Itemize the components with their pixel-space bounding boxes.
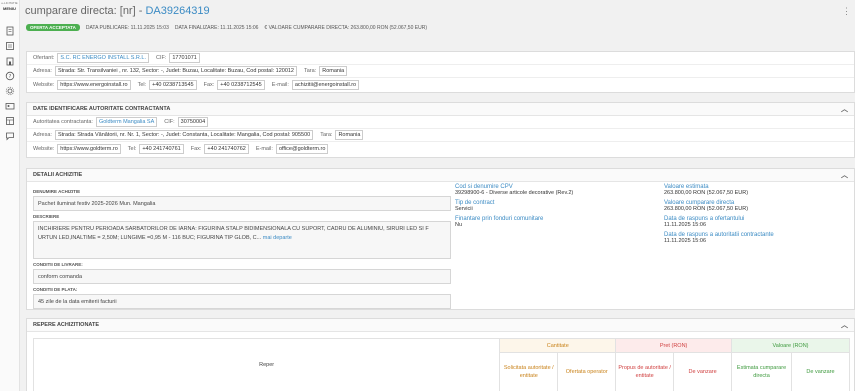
autoritate-website[interactable]: https://www.goldterm.ro [57, 143, 121, 154]
page-header: cumparare directa: [nr] - DA39264319 ⋮ [20, 0, 855, 22]
raspuns-autoritate-value: 11.11.2025 15:06 [664, 238, 707, 244]
valoare-cumparare-value: 263.800,00 RON (52.067,50 EUR) [664, 206, 749, 212]
email-label: E-mail: [255, 145, 273, 152]
repere-table: Reper Cantitate Pret (RON) Valoare (RON)… [32, 338, 850, 391]
autoritate-email[interactable]: office@goldterm.ro [275, 143, 329, 154]
status-badge: OFERTA ACCEPTATA [26, 24, 80, 31]
page-title: cumparare directa: [nr] - DA39264319 [25, 5, 210, 17]
detalii-panel-header[interactable]: DETALII ACHIZITIE ︿ [27, 169, 854, 182]
main-content: cumparare directa: [nr] - DA39264319 ⋮ O… [20, 0, 855, 391]
sidebar: e-LICITATIE MENIU ? [0, 0, 20, 391]
ofertant-tel: +40 0238713545 [149, 79, 197, 90]
ofertant-panel: Ofertant: S.C. RC ENERGO INSTALL S.R.L. … [26, 51, 855, 93]
more-options-icon[interactable]: ⋮ [842, 6, 851, 17]
purchase-value: € VALOARE CUMPARARE DIRECTA: 263.800,00 … [264, 24, 427, 31]
settings-icon[interactable] [5, 86, 15, 96]
descriere-field: INCHIRIERE PENTRU PERIOADA SARBATORILOR … [33, 221, 451, 259]
autoritate-address: Strada: Strada Vânătorii, nr. Nr. 1, Sec… [54, 130, 314, 140]
title-prefix: cumparare directa: [nr] - [25, 5, 143, 17]
livrare-field: conform comanda [33, 269, 451, 284]
detalii-panel: DETALII ACHIZITIE ︿ DENUMIRE ACHIZITIE P… [26, 168, 855, 310]
fonduri-value: Nu [455, 222, 463, 228]
app-logo-text: e-LICITATIE [1, 1, 18, 5]
autoritate-tel: +40 241740761 [139, 143, 184, 154]
col-propus: Propus de autoritate / entitate [615, 352, 675, 391]
group-valoare: Valoare (RON) [731, 338, 850, 353]
ofertant-address: Strada: Str. Transilvaniei , nr. 132, Se… [54, 66, 297, 76]
country-label: Tara: [320, 132, 333, 138]
ofertant-website[interactable]: https://www.energoinstall.ro [57, 79, 131, 90]
col-solicitata: Solicitata autoritate / entitate [499, 352, 559, 391]
country-label: Tara: [304, 68, 317, 74]
col-vanzare-pret: De vanzare [673, 352, 733, 391]
email-label: E-mail: [271, 81, 289, 88]
chevron-up-icon[interactable]: ︿ [841, 104, 848, 114]
col-ofertata: Ofertata operator [557, 352, 617, 391]
help-icon[interactable]: ? [5, 71, 15, 81]
detalii-middle-column: Cod si denumire CPV 39298900-6 - Diverse … [455, 184, 655, 232]
meta-bar: OFERTA ACCEPTATA DATA PUBLICARE: 11.11.2… [20, 22, 855, 33]
cpv-value: 39298900-6 - Diverse articole decorative… [455, 190, 574, 196]
livrare-label: CONDITII DE LIVRARE: [33, 262, 83, 267]
id-card-icon[interactable] [5, 101, 15, 111]
website-label: Website: [33, 81, 55, 88]
autoritate-cif: 30750004 [177, 117, 209, 127]
chevron-up-icon[interactable]: ︿ [841, 170, 848, 180]
autoritate-fax: +40 241740762 [204, 143, 249, 154]
ofertant-cif: 17701071 [169, 53, 200, 63]
read-more-link[interactable]: mai departe [263, 235, 292, 241]
end-date: DATA FINALIZARE: 11.11.2025 15:06 [174, 24, 259, 31]
group-pret: Pret (RON) [615, 338, 733, 353]
repere-panel: REPERE ACHIZITIONATE ︿ Reper Cantitate P… [26, 318, 855, 391]
plata-label: CONDITII DE PLATA: [33, 287, 78, 292]
repere-panel-header[interactable]: REPERE ACHIZITIONATE ︿ [27, 319, 854, 332]
ofertant-country: Romania [319, 66, 348, 76]
raspuns-ofertant-value: 11.11.2025 15:06 [664, 222, 707, 228]
denumire-field: Pachet iluminat festiv 2025-2026 Mun. Ma… [33, 196, 451, 211]
autoritate-label: Autoritatea contractanta: [33, 119, 93, 125]
fax-label: Fax: [203, 81, 215, 88]
ofertant-fax: +40 0238712545 [217, 79, 265, 90]
group-cantitate: Cantitate [499, 338, 617, 353]
valoare-estimata-value: 263.800,00 RON (52.067,50 EUR) [664, 190, 749, 196]
address-label: Adresa: [33, 68, 52, 74]
descriere-label: DESCRIERE [33, 214, 60, 219]
layout-icon[interactable] [5, 116, 15, 126]
autoritate-country: Romania [335, 130, 364, 140]
publish-date: DATA PUBLICARE: 11.11.2025 15:03 [85, 24, 169, 31]
tel-label: Tel: [137, 81, 147, 88]
detalii-right-column: Valoare estimata 263.800,00 RON (52.067,5… [664, 184, 854, 248]
ofertant-name-link[interactable]: S.C. RC ENERGO INSTALL S.R.L. [57, 53, 149, 63]
plata-field: 45 zile de la data emiterii facturii [33, 294, 451, 309]
chat-icon[interactable] [5, 131, 15, 141]
building-icon[interactable] [5, 56, 15, 66]
list-icon[interactable] [5, 41, 15, 51]
col-estimata: Estimata cumparare directa [731, 352, 792, 391]
chevron-up-icon[interactable]: ︿ [841, 320, 848, 330]
title-number: DA39264319 [145, 5, 210, 17]
cif-label: CIF: [164, 119, 175, 125]
tip-contract-value: Servicii [455, 206, 473, 212]
menu-button[interactable]: MENIU [0, 6, 19, 11]
autoritate-panel-header[interactable]: DATE IDENTIFICARE AUTORITATE CONTRACTANT… [27, 103, 854, 116]
tel-label: Tel: [127, 145, 137, 152]
address-label: Adresa: [33, 132, 52, 138]
ofertant-email[interactable]: achizitii@energoinstall.ro [291, 79, 360, 90]
document-icon[interactable] [5, 26, 15, 36]
col-vanzare-valoare: De vanzare [791, 352, 850, 391]
autoritate-name-link[interactable]: Goldterm Mangalia SA [95, 117, 158, 127]
denumire-label: DENUMIRE ACHIZITIE [33, 189, 81, 194]
cif-label: CIF: [155, 55, 167, 61]
detalii-left-column: DENUMIRE ACHIZITIE Pachet iluminat festi… [33, 186, 451, 309]
ofertant-label: Ofertant: [33, 55, 55, 61]
detalii-panel-title: DETALII ACHIZITIE [33, 172, 83, 178]
col-reper: Reper [32, 338, 501, 391]
repere-panel-title: REPERE ACHIZITIONATE [33, 322, 100, 328]
svg-text:?: ? [8, 74, 11, 80]
fax-label: Fax: [190, 145, 202, 152]
autoritate-panel-title: DATE IDENTIFICARE AUTORITATE CONTRACTANT… [33, 106, 171, 112]
descriere-text: INCHIRIERE PENTRU PERIOADA SARBATORILOR … [38, 226, 429, 241]
website-label: Website: [33, 145, 55, 152]
autoritate-panel: DATE IDENTIFICARE AUTORITATE CONTRACTANT… [26, 102, 855, 158]
